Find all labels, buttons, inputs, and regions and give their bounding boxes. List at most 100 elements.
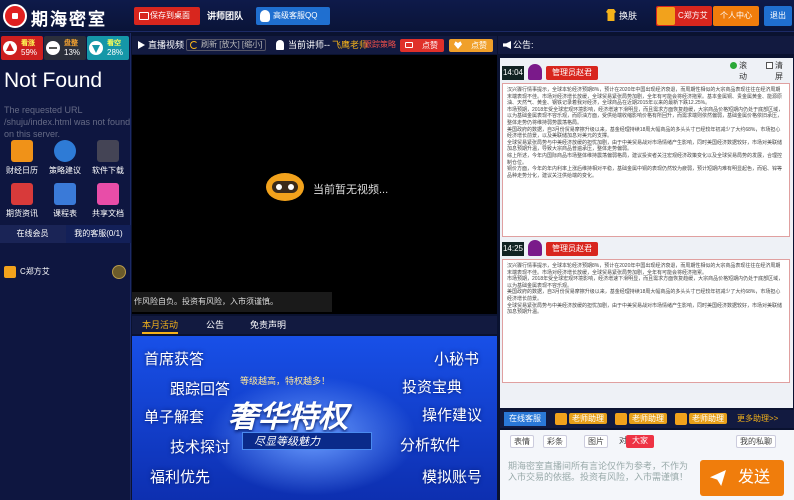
- refresh-icon: [190, 41, 198, 49]
- sideways-rate[interactable]: 盘整 13%: [44, 36, 86, 60]
- tool-label: 课程表: [53, 209, 77, 218]
- share-icon: [97, 183, 119, 205]
- color-bar-button[interactable]: 彩条: [543, 435, 567, 448]
- scroll-toggle-icon[interactable]: [730, 62, 737, 69]
- lecturer-name[interactable]: 飞鹰老师: [332, 36, 368, 54]
- refresh-label: 刷新 [放大] [缩小]: [201, 40, 263, 49]
- favorite-label: 点赞: [471, 41, 487, 50]
- play-icon: [138, 41, 145, 49]
- avatar: [528, 240, 542, 256]
- banner-feature: 技术探讨: [170, 439, 231, 456]
- not-found-text: The requested URL /shuju/index.html was …: [4, 105, 131, 139]
- chat-input[interactable]: 期海密室直播间所有言论仅作为参考，不作为入市交易的依据。投资有风险，入市需谨慎！: [508, 461, 692, 483]
- send-label: 发送: [737, 469, 770, 486]
- online-support-label: 在线客服: [504, 412, 546, 426]
- shared-docs-tool[interactable]: 共享文档: [88, 183, 128, 219]
- tab-my-support[interactable]: 我的客服(0/1): [66, 225, 131, 243]
- emoji-button[interactable]: 表情: [510, 435, 534, 448]
- banner-feature: 福利优先: [150, 469, 211, 486]
- refresh-zoom-button[interactable]: 刷新 [放大] [缩小]: [186, 39, 266, 51]
- bearish-percent: 28%: [107, 48, 124, 57]
- image-button[interactable]: 图片: [584, 435, 608, 448]
- recipient-select[interactable]: 大家: [626, 435, 654, 448]
- strategy-advice-tool[interactable]: 策略建议: [45, 140, 85, 176]
- qq-service-button[interactable]: 高级客服QQ: [256, 7, 330, 25]
- course-schedule-tool[interactable]: 课程表: [45, 183, 85, 219]
- doc-paragraph: 汉兴骤行情事提示，全球本轮经济预期8%，预计在2020年中国出现经济衰退，而周期…: [507, 87, 783, 107]
- banner-feature: 首席获答: [144, 351, 205, 368]
- assistant-link[interactable]: 老师助理: [675, 412, 727, 426]
- like-button[interactable]: 点赞: [400, 39, 444, 52]
- book-icon: [54, 183, 76, 205]
- message-time: 14:25: [502, 242, 524, 256]
- support-bar: 在线客服 老师助理 老师助理 老师助理 更多助理>>: [500, 410, 794, 428]
- favorite-button[interactable]: 点赞: [449, 39, 493, 52]
- doc-paragraph: 市场预期，2018年受全球宏观环境影响，经济增速下滑明显，而且需求方面恢复趋缓，…: [507, 276, 784, 289]
- logout-button[interactable]: 退出: [764, 6, 792, 26]
- tab-monthly-activity[interactable]: 本月活动: [142, 316, 179, 334]
- private-chat-button[interactable]: 我的私聊: [736, 435, 776, 448]
- no-video-message: 当前暂无视频...: [313, 184, 389, 196]
- scroll-label[interactable]: 滚动: [739, 60, 747, 82]
- save-to-desktop-button[interactable]: 保存到桌面: [134, 7, 200, 25]
- bullish-rate[interactable]: 看涨 59%: [1, 36, 43, 60]
- tab-disclaimer[interactable]: 免责声明: [250, 316, 286, 334]
- shirt-icon[interactable]: [606, 9, 616, 21]
- send-button[interactable]: 发送: [700, 460, 784, 496]
- clear-label[interactable]: 清屏: [775, 60, 783, 82]
- risk-ticker: 作风险自负。投资有风险，入市须谨慎。: [134, 297, 278, 306]
- username: C郑方艾: [678, 11, 708, 20]
- finance-calendar-tool[interactable]: 财经日历: [2, 140, 42, 176]
- more-assistants-link[interactable]: 更多助理>>: [737, 412, 778, 426]
- banner-feature: 模拟账号: [422, 469, 483, 486]
- tab-notice[interactable]: 公告: [206, 316, 224, 334]
- user-icon: [276, 40, 284, 50]
- video-player[interactable]: 当前暂无视频...: [132, 55, 497, 314]
- banner-feature: 小秘书: [434, 351, 480, 368]
- video-header: 直播视频 刷新 [放大] [缩小] 当前讲师-- 飞鹰老师 跟踪策略 点赞 点赞: [132, 36, 497, 54]
- banner-feature: 跟踪回答: [170, 381, 231, 398]
- mascot-eye: [288, 184, 294, 190]
- assistant-name: 老师助理: [569, 413, 607, 424]
- message-document: 汉兴骤行情事提示，全球本轮经济预期8%，预计在2020年中国出现经济衰退，而周期…: [502, 83, 790, 237]
- assistant-name: 老师助理: [689, 413, 727, 424]
- doc-paragraph: 全球贸易紧张局势与中美经济放缓的担忧加剧，由于中美贸易战对市场情绪产生影响，同时…: [507, 139, 783, 153]
- news-icon: [11, 183, 33, 205]
- bullish-label: 看涨: [21, 40, 35, 47]
- software-download-tool[interactable]: 软件下载: [88, 140, 128, 176]
- assistant-link[interactable]: 老师助理: [555, 412, 607, 426]
- banner-feature: 操作建议: [422, 407, 483, 424]
- message-document: 汉兴骤行情事提示，全球本轮经济预期8%，预计在2020年中国出现经济衰退，而周期…: [502, 259, 790, 383]
- user-center-button[interactable]: 个人中心: [713, 6, 759, 26]
- notice-header: 公告:: [498, 36, 794, 54]
- doc-paragraph: 全球贸易紧张局势与中美经济放缓的担忧加剧，由于中美贸易战对市场情绪产生影响，同时…: [507, 302, 783, 316]
- tool-label: 期货资讯: [6, 209, 38, 218]
- flat-icon: [46, 41, 60, 55]
- user-chip[interactable]: C郑方艾: [656, 6, 712, 26]
- lecturer-team-link[interactable]: 讲师团队: [207, 7, 243, 25]
- strategy-link[interactable]: 跟踪策略: [364, 36, 396, 54]
- promo-banner[interactable]: 首席获答 跟踪回答 单子解套 技术探讨 福利优先 小秘书 投资宝典 操作建议 分…: [132, 336, 497, 500]
- assistant-name: 老师助理: [629, 413, 667, 424]
- message-time: 14:04: [502, 66, 524, 80]
- bearish-rate[interactable]: 看空 28%: [87, 36, 129, 60]
- site-logo-text: 期海密室: [31, 10, 107, 29]
- mascot-eye: [276, 184, 282, 190]
- clear-checkbox[interactable]: [766, 62, 773, 69]
- qq-service-label: 高级客服QQ: [273, 11, 318, 20]
- assistant-link[interactable]: 老师助理: [615, 412, 667, 426]
- doc-paragraph: 综上所述，今年内国际商品市场整体维持震荡偏弱格局，建议投资者关注宏观经济政策变化…: [507, 152, 783, 166]
- futures-news-tool[interactable]: 期货资讯: [2, 183, 42, 219]
- list-item[interactable]: C郑方艾: [4, 265, 128, 279]
- message-sender[interactable]: 管理员赵君: [546, 242, 598, 256]
- left-sidebar: 看涨 59% 盘整 13% 看空 28% Not Found The reque…: [0, 33, 131, 500]
- up-arrow-icon: [3, 41, 17, 55]
- message-sender[interactable]: 管理员赵君: [546, 66, 598, 80]
- tool-label: 财经日历: [6, 166, 38, 175]
- change-skin-link[interactable]: 换肤: [619, 8, 637, 24]
- member-name: C郑方艾: [20, 267, 50, 276]
- tool-label: 软件下载: [92, 166, 124, 175]
- tab-online-members[interactable]: 在线会员: [0, 225, 65, 243]
- bearish-label: 看空: [107, 40, 121, 47]
- avatar: [528, 64, 542, 80]
